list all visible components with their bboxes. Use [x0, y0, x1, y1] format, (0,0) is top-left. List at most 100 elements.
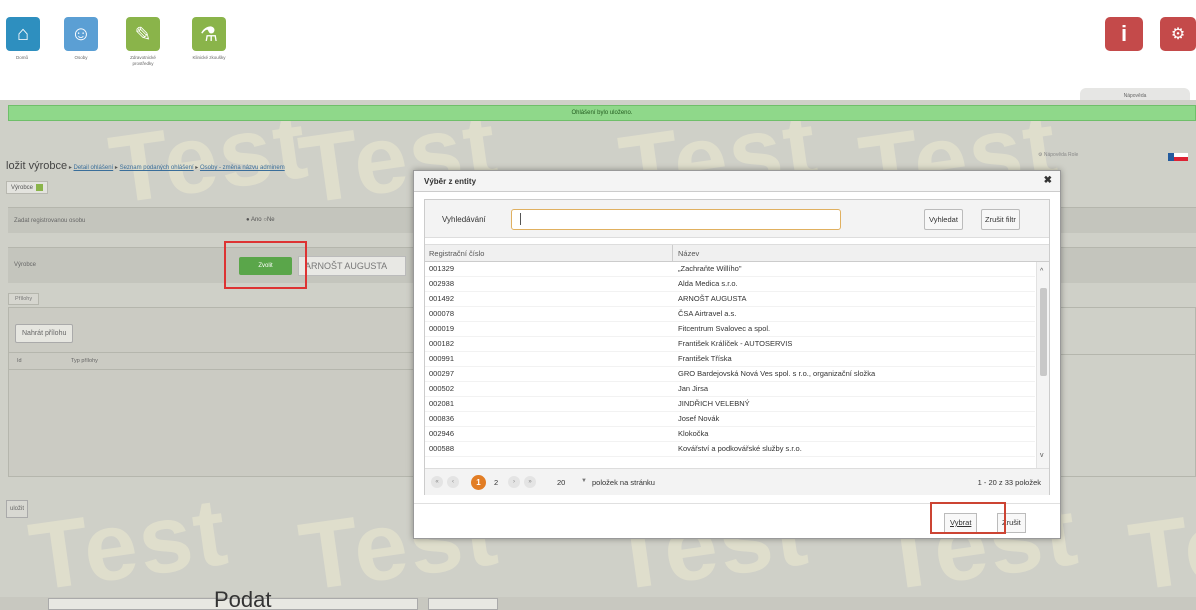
attachments-tab[interactable]: Přílohy — [8, 293, 40, 305]
column-id: Id — [17, 358, 22, 364]
text-cursor — [520, 213, 521, 225]
search-bar: Vyhledávání Vyhledat Zrušit filtr — [425, 200, 1049, 238]
breadcrumb: ložit výrobce ▸ Detail ohlášení ▸ Seznam… — [6, 160, 285, 172]
table-row[interactable]: 001329 „Zachraňte Willího" — [425, 262, 1035, 277]
breadcrumb-link-list[interactable]: Seznam podaných ohlášení — [120, 165, 194, 171]
register-label: Zadat registrovanou osobu — [14, 218, 86, 224]
grid-scrollbar[interactable]: ^ v — [1036, 262, 1049, 468]
upload-attachment-button[interactable]: Nahrát přílohu — [15, 324, 74, 343]
name-cell: ARNOŠT AUGUSTA — [678, 294, 747, 303]
breadcrumb-separator: ▸ — [68, 165, 72, 171]
success-notice: Ohlášení bylo uloženo. — [8, 105, 1196, 121]
flask-icon[interactable]: ⚗ — [192, 17, 226, 51]
registration-number-cell: 000297 — [429, 369, 455, 378]
search-button[interactable]: Vyhledat — [924, 209, 963, 230]
table-row[interactable]: 000019 Fitcentrum Svalovec a spol. — [425, 322, 1035, 337]
name-cell: ČSA Airtravel a.s. — [678, 309, 737, 318]
registration-number-cell: 002938 — [429, 279, 455, 288]
highlight-choose-button — [224, 241, 307, 289]
breadcrumb-link-detail[interactable]: Detail ohlášení — [74, 165, 114, 171]
page-size-select[interactable]: 20 — [557, 478, 565, 487]
pager-info: 1 - 20 z 33 položek — [977, 478, 1041, 487]
persons-icon[interactable]: ☺ — [64, 17, 98, 51]
grid-header: Registrační číslo Název — [425, 244, 1049, 262]
czech-flag-icon[interactable] — [1168, 153, 1188, 161]
entity-selection-dialog: Výběr z entity ✖ Vyhledávání Vyhledat Zr… — [413, 170, 1061, 539]
search-input[interactable] — [511, 209, 841, 230]
registration-number-cell: 001329 — [429, 264, 455, 273]
table-row[interactable]: 000078 ČSA Airtravel a.s. — [425, 307, 1035, 322]
scrollbar-thumb[interactable] — [1040, 288, 1047, 376]
previous-page-icon[interactable]: ‹ — [447, 476, 459, 488]
persons-label: Osoby — [74, 55, 88, 60]
registration-number-cell: 000019 — [429, 324, 455, 333]
attachments-table-right — [1040, 307, 1196, 477]
dialog-body: Vyhledávání Vyhledat Zrušit filtr Regist… — [424, 199, 1050, 495]
name-cell: Kovářství a podkovářské služby s.r.o. — [678, 444, 802, 453]
clear-filter-button[interactable]: Zrušit filtr — [981, 209, 1020, 230]
registration-number-cell: 002946 — [429, 429, 455, 438]
attachments-table-right-header — [1040, 337, 1196, 355]
info-icon[interactable]: i — [1105, 17, 1143, 51]
registration-number-cell: 000836 — [429, 414, 455, 423]
home-icon[interactable]: ⌂ — [6, 17, 40, 51]
settings-icon[interactable]: ⚙ — [1160, 17, 1196, 51]
highlight-select-button — [930, 502, 1006, 534]
submit-label[interactable]: Podat — [214, 587, 272, 610]
last-page-icon[interactable]: » — [524, 476, 536, 488]
dropdown-arrow-icon[interactable]: ▼ — [581, 478, 587, 484]
table-row[interactable]: 002081 JINDŘICH VELEBNÝ — [425, 397, 1035, 412]
column-registration-number[interactable]: Registrační číslo — [429, 249, 484, 258]
registration-number-cell: 000991 — [429, 354, 455, 363]
search-label: Vyhledávání — [442, 215, 486, 224]
products-label: Zdravotnické prostředky — [130, 55, 156, 66]
table-row[interactable]: 000836 Josef Novák — [425, 412, 1035, 427]
bottom-button[interactable] — [428, 598, 498, 610]
help-link-label: Nápověda Role — [1043, 152, 1079, 158]
dialog-title: Výběr z entity — [424, 177, 477, 186]
column-separator — [672, 245, 673, 262]
table-row[interactable]: 000991 František Tříska — [425, 352, 1035, 367]
manufacturer-field[interactable]: ARNOŠT AUGUSTA — [298, 256, 406, 276]
name-cell: GRO Bardejovská Nová Ves spol. s r.o., o… — [678, 369, 876, 378]
page-title: ložit výrobce — [6, 160, 68, 172]
registration-number-cell: 000588 — [429, 444, 455, 453]
syringe-icon[interactable]: ✎ — [126, 17, 160, 51]
table-row[interactable]: 000297 GRO Bardejovská Nová Ves spol. s r… — [425, 367, 1035, 382]
tab-icon — [36, 184, 44, 191]
name-cell: František Tříska — [678, 354, 732, 363]
name-cell: Josef Novák — [678, 414, 720, 423]
breadcrumb-separator: ▸ — [114, 165, 118, 171]
registration-number-cell: 000078 — [429, 309, 455, 318]
table-row[interactable]: 000502 Jan Jirsa — [425, 382, 1035, 397]
first-page-icon[interactable]: « — [431, 476, 443, 488]
save-button[interactable]: uložit — [6, 500, 29, 518]
name-cell: Alda Medica s.r.o. — [678, 279, 738, 288]
chevron-up-icon[interactable]: ^ — [1040, 268, 1043, 275]
radio-no-label: Ne — [266, 217, 275, 223]
table-row[interactable]: 000588 Kovářství a podkovářské služby s.r… — [425, 442, 1035, 457]
chevron-down-icon[interactable]: v — [1040, 452, 1044, 459]
breadcrumb-link-persons[interactable]: Osoby - změna názvu adminem — [200, 165, 285, 171]
table-row[interactable]: 001492 ARNOŠT AUGUSTA — [425, 292, 1035, 307]
table-row[interactable]: 002938 Alda Medica s.r.o. — [425, 277, 1035, 292]
table-row[interactable]: 000182 František Králíček - AUTOSERVIS — [425, 337, 1035, 352]
close-icon[interactable]: ✖ — [1044, 175, 1052, 186]
breadcrumb-separator: ▸ — [195, 165, 199, 171]
manufacturer-tab-label: Výrobce — [11, 185, 34, 192]
attachments-table-header: Id Typ přílohy — [9, 352, 419, 370]
pager: « ‹ 1 2 › » 20 ▼ položek na stránku 1 - … — [425, 468, 1049, 495]
help-link[interactable]: ⚙ Nápověda Role — [1038, 152, 1078, 158]
column-name[interactable]: Název — [678, 249, 699, 258]
manufacturer-tab[interactable]: Výrobce — [6, 181, 49, 195]
radio-yes-label: Ano — [250, 217, 262, 223]
current-page[interactable]: 1 — [471, 475, 486, 490]
next-page-icon[interactable]: › — [508, 476, 520, 488]
top-navigation: ⌂ Domů ☺ Osoby ✎ Zdravotnické prostředky… — [0, 0, 1196, 102]
page-2-link[interactable]: 2 — [494, 478, 498, 487]
registration-number-cell: 000502 — [429, 384, 455, 393]
dialog-titlebar: Výběr z entity ✖ — [414, 171, 1060, 192]
table-row[interactable]: 002946 Klokočka — [425, 427, 1035, 442]
manufacturer-label: Výrobce — [14, 262, 37, 268]
registration-number-cell: 001492 — [429, 294, 455, 303]
